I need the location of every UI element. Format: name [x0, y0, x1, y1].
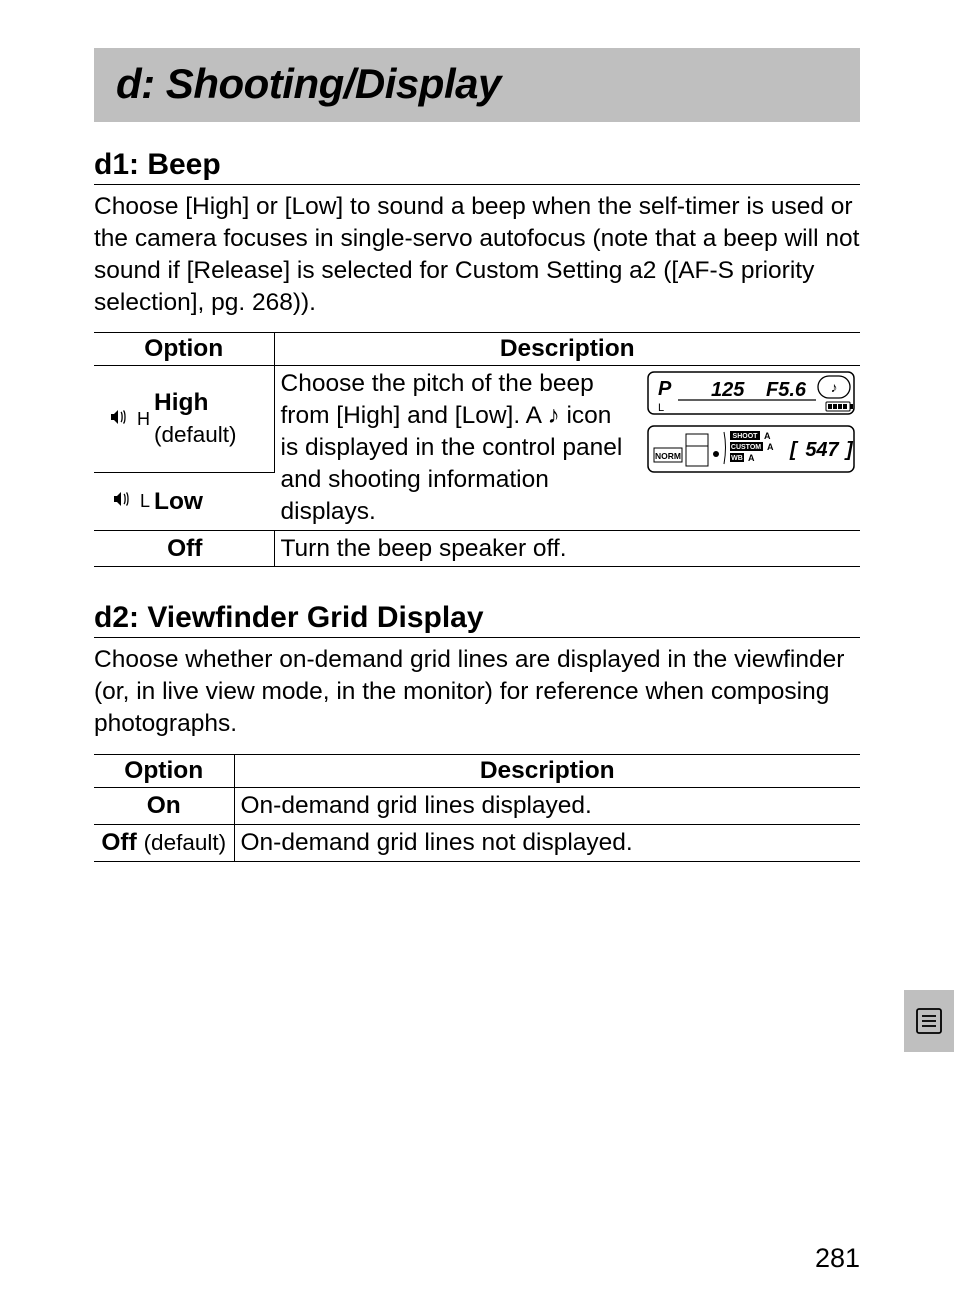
speaker-icon: [110, 408, 136, 430]
d2-table: Option Description On On-demand grid lin…: [94, 754, 860, 862]
page-number: 281: [815, 1243, 860, 1274]
svg-text:125: 125: [711, 379, 745, 401]
table-row: On On-demand grid lines displayed.: [94, 787, 860, 824]
svg-text:L: L: [658, 402, 664, 414]
th-option: Option: [94, 754, 234, 787]
music-note-icon: ♪: [547, 402, 559, 429]
option-on-label: On: [94, 787, 234, 824]
svg-text:F5.6: F5.6: [766, 379, 807, 401]
d1-table: Option Description H: [94, 332, 860, 567]
svg-text:♪: ♪: [831, 379, 838, 395]
section-title: d: Shooting/Display: [116, 60, 844, 108]
svg-text:WB: WB: [731, 455, 743, 462]
svg-text:]: ]: [844, 439, 854, 461]
svg-text:CUSTOM: CUSTOM: [731, 444, 761, 451]
option-label: High: [154, 389, 208, 416]
table-row: Off Turn the beep speaker off.: [94, 530, 860, 567]
svg-text:A: A: [767, 442, 774, 452]
d2-heading: d2: Viewfinder Grid Display: [94, 601, 860, 638]
th-description: Description: [274, 333, 860, 366]
option-label-cell: Low: [150, 473, 274, 530]
desc-text: Choose the pitch of the beep from [High]…: [281, 368, 635, 527]
svg-text:NORM: NORM: [655, 451, 681, 461]
option-on-desc: On-demand grid lines displayed.: [234, 787, 860, 824]
th-option: Option: [94, 333, 274, 366]
d1-intro: Choose [High] or [Low] to sound a beep w…: [94, 191, 860, 318]
section-header: d: Shooting/Display: [94, 48, 860, 122]
beep-level-label: L: [140, 491, 150, 511]
beep-level-label: H: [137, 409, 150, 429]
d2-intro: Choose whether on-demand grid lines are …: [94, 644, 860, 740]
side-tab: [904, 990, 954, 1052]
svg-text:A: A: [764, 431, 771, 441]
desc-high-low: Choose the pitch of the beep from [High]…: [274, 366, 860, 530]
option-off-label: Off (default): [94, 824, 234, 861]
svg-text:547: 547: [805, 439, 839, 461]
list-icon: [915, 1007, 943, 1035]
subsection-d1: d1: Beep Choose [High] or [Low] to sound…: [94, 148, 860, 567]
speaker-icon: [113, 490, 139, 512]
option-off-desc: Turn the beep speaker off.: [274, 530, 860, 567]
table-row: H High (default) Choose the pitch of the…: [94, 366, 860, 473]
option-off-desc: On-demand grid lines not displayed.: [234, 824, 860, 861]
control-panel-illustration: P 125 F5.6 ♪: [646, 368, 856, 527]
svg-text:A: A: [748, 453, 755, 463]
option-label-cell: High (default): [150, 366, 274, 473]
option-label: Low: [154, 488, 203, 515]
svg-text:[: [: [789, 439, 799, 461]
beep-high-icon: H: [94, 366, 150, 473]
option-default: (default): [154, 422, 237, 447]
beep-low-icon: L: [94, 473, 150, 530]
svg-text:P: P: [658, 378, 672, 400]
th-description: Description: [234, 754, 860, 787]
d1-heading: d1: Beep: [94, 148, 860, 185]
table-row: Off (default) On-demand grid lines not d…: [94, 824, 860, 861]
svg-text:SHOOT: SHOOT: [733, 433, 759, 440]
option-off-label: Off: [94, 530, 274, 567]
subsection-d2: d2: Viewfinder Grid Display Choose wheth…: [94, 601, 860, 861]
